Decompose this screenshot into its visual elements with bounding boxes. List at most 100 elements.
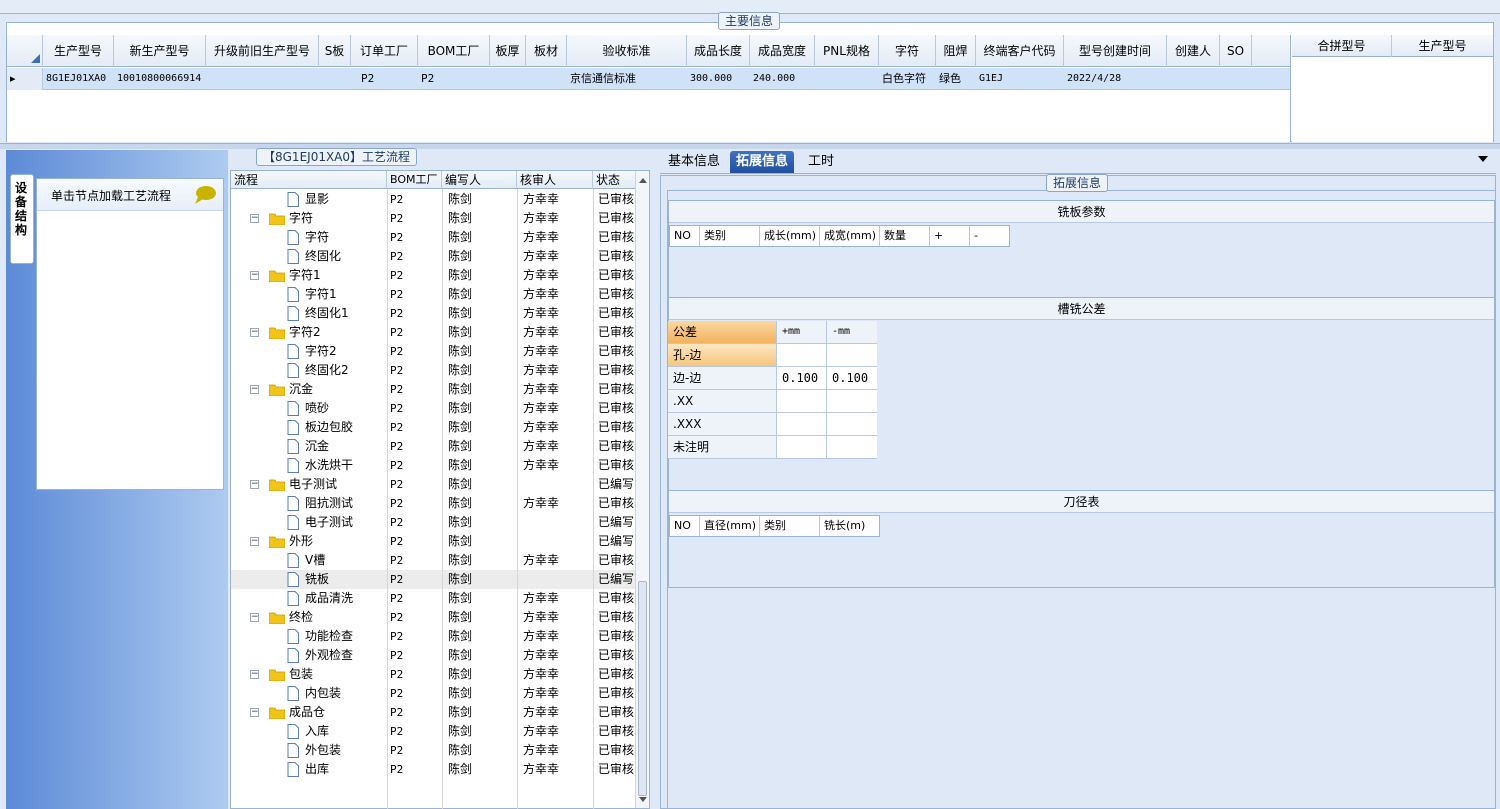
tolerance-plus[interactable] [777,390,827,412]
tab-basic-info[interactable]: 基本信息 [662,151,726,173]
col-mill-plus[interactable]: + [930,226,970,246]
tolerance-minus[interactable]: 0.100 [827,367,877,389]
tolerance-minus[interactable] [827,413,877,435]
collapse-toggle-icon[interactable]: − [250,385,259,394]
col-mill-minus[interactable]: - [970,226,1010,246]
process-row[interactable]: 显影 P2 陈剑 方幸幸 已审核 [231,190,635,209]
row-selector-header[interactable] [7,35,43,67]
process-row[interactable]: V槽 P2 陈剑 方幸幸 已审核 [231,551,635,570]
col-standard[interactable]: 验收标准 [567,35,687,67]
process-row[interactable]: − 字符 P2 陈剑 方幸幸 已审核 [231,209,635,228]
col-mill-length[interactable]: 成长(mm) [760,226,820,246]
tolerance-minus[interactable] [827,390,877,412]
col-creator[interactable]: 创建人 [1167,35,1220,67]
col-created[interactable]: 型号创建时间 [1064,35,1167,67]
process-row[interactable]: 喷砂 P2 陈剑 方幸幸 已审核 [231,399,635,418]
collapse-toggle-icon[interactable]: − [250,708,259,717]
collapse-toggle-icon[interactable]: − [250,214,259,223]
col-status[interactable]: 状态 [593,171,635,189]
process-row[interactable]: − 包装 P2 陈剑 方幸幸 已审核 [231,665,635,684]
process-row[interactable]: − 终检 P2 陈剑 方幸幸 已审核 [231,608,635,627]
tolerance-plus[interactable] [777,344,827,366]
cell-bom-factory[interactable]: P2 [418,68,490,90]
process-row[interactable]: 外包装 P2 陈剑 方幸幸 已审核 [231,741,635,760]
speech-bubble-icon[interactable] [193,185,217,205]
col-mill-width[interactable]: 成宽(mm) [820,226,880,246]
cell-created[interactable]: 2022/4/28 [1064,68,1167,90]
col-tol-minus[interactable]: -mm [827,321,877,343]
process-row[interactable]: 外观检查 P2 陈剑 方幸幸 已审核 [231,646,635,665]
process-row[interactable]: − 字符1 P2 陈剑 方幸幸 已审核 [231,266,635,285]
col-mill-type[interactable]: 类别 [700,226,760,246]
scroll-up-icon[interactable] [636,173,650,187]
tolerance-row[interactable]: 孔-边 [668,344,877,367]
col-length[interactable]: 成品长度 [687,35,750,67]
process-row[interactable]: 入库 P2 陈剑 方幸幸 已审核 [231,722,635,741]
col-merge-model[interactable]: 合拼型号 [1292,35,1392,57]
cell-material[interactable] [526,68,567,90]
tolerance-minus[interactable] [827,344,877,366]
process-row[interactable]: 字符2 P2 陈剑 方幸幸 已审核 [231,342,635,361]
cell-standard[interactable]: 京信通信标准 [567,68,687,90]
col-tool-diameter[interactable]: 直径(mm) [700,516,760,536]
tolerance-plus[interactable] [777,413,827,435]
process-row[interactable]: 终固化1 P2 陈剑 方幸幸 已审核 [231,304,635,323]
process-row[interactable]: 沉金 P2 陈剑 方幸幸 已审核 [231,437,635,456]
tolerance-row[interactable]: 未注明 [668,436,877,459]
col-s-board[interactable]: S板 [319,35,351,67]
cell-prod-model[interactable]: 8G1EJ01XA0 [43,68,114,90]
process-row[interactable]: − 电子测试 P2 陈剑 已编写 [231,475,635,494]
tab-work-hours[interactable]: 工时 [802,151,840,173]
col-tool-length[interactable]: 铣长(m) [820,516,880,536]
col-order-factory[interactable]: 订单工厂 [351,35,418,67]
col-pnl[interactable]: PNL规格 [815,35,879,67]
cell-char[interactable]: 白色字符 [879,68,936,90]
tolerance-minus[interactable] [827,436,877,458]
col-so[interactable]: SO [1220,35,1252,67]
main-grid-row[interactable]: ▸ 8G1EJ01XA0 10010800066914 P2 P2 京信通信标准… [7,68,1290,90]
col-tool-type[interactable]: 类别 [760,516,820,536]
tab-dropdown-icon[interactable] [1478,156,1488,162]
col-tol-plus[interactable]: +mm [777,321,827,343]
tolerance-row[interactable]: .XX [668,390,877,413]
cell-new-prod-model[interactable]: 10010800066914 [114,68,206,90]
tree-scrollbar[interactable] [635,171,649,808]
col-bom-factory[interactable]: BOM工厂 [418,35,490,67]
col-process[interactable]: 流程 [231,171,387,189]
col-prod-model[interactable]: 生产型号 [43,35,114,67]
cell-solder[interactable]: 绿色 [936,68,976,90]
collapse-toggle-icon[interactable]: − [250,670,259,679]
cell-width[interactable]: 240.000 [750,68,815,90]
cell-so[interactable] [1220,68,1252,90]
process-row[interactable]: 字符1 P2 陈剑 方幸幸 已审核 [231,285,635,304]
process-row[interactable]: 字符 P2 陈剑 方幸幸 已审核 [231,228,635,247]
collapse-toggle-icon[interactable]: − [250,480,259,489]
collapse-toggle-icon[interactable]: − [250,328,259,337]
cell-thickness[interactable] [490,68,526,90]
cell-length[interactable]: 300.000 [687,68,750,90]
scroll-thumb[interactable] [638,581,647,796]
process-row[interactable]: 板边包胶 P2 陈剑 方幸幸 已审核 [231,418,635,437]
col-tool-no[interactable]: NO [670,516,700,536]
equipment-structure-tab[interactable]: 设备结构 [10,174,34,264]
col-solder[interactable]: 阻焊 [936,35,976,67]
col-reviewer[interactable]: 核审人 [517,171,593,189]
process-row[interactable]: 终固化2 P2 陈剑 方幸幸 已审核 [231,361,635,380]
process-row[interactable]: − 外形 P2 陈剑 已编写 [231,532,635,551]
process-row[interactable]: 成品清洗 P2 陈剑 方幸幸 已审核 [231,589,635,608]
col-mill-qty[interactable]: 数量 [880,226,930,246]
col-material[interactable]: 板材 [526,35,567,67]
process-row[interactable]: 水洗烘干 P2 陈剑 方幸幸 已审核 [231,456,635,475]
col-new-prod-model[interactable]: 新生产型号 [114,35,206,67]
cell-creator[interactable] [1167,68,1220,90]
col-thickness[interactable]: 板厚 [490,35,526,67]
process-row[interactable]: 铣板 P2 陈剑 已编写 [231,570,635,589]
collapse-toggle-icon[interactable]: − [250,271,259,280]
process-row[interactable]: − 字符2 P2 陈剑 方幸幸 已审核 [231,323,635,342]
tab-extended-info[interactable]: 拓展信息 [730,151,795,173]
col-old-model[interactable]: 升级前旧生产型号 [206,35,319,67]
col-width[interactable]: 成品宽度 [750,35,815,67]
cell-old-model[interactable] [206,68,319,90]
cell-s-board[interactable] [319,68,351,90]
process-row[interactable]: 阻抗测试 P2 陈剑 方幸幸 已审核 [231,494,635,513]
